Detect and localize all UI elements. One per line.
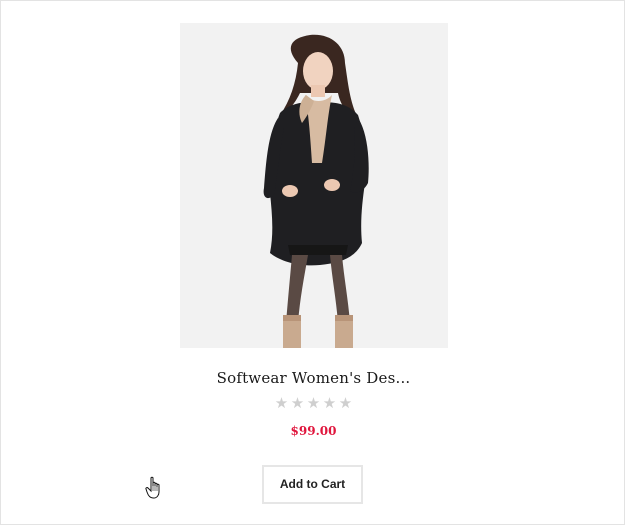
product-image[interactable] — [180, 23, 448, 348]
star-icon: ★ — [322, 394, 337, 412]
star-icon: ★ — [338, 394, 353, 412]
product-title[interactable]: Softwear Women's Des... — [1, 369, 625, 387]
add-to-cart-button[interactable]: Add to Cart — [262, 465, 363, 504]
product-photo — [180, 23, 448, 348]
star-rating: ★ ★ ★ ★ ★ — [274, 396, 354, 414]
star-icon: ★ — [274, 394, 289, 412]
star-icon: ★ — [306, 394, 321, 412]
product-price: $99.00 — [290, 424, 337, 438]
star-icon: ★ — [290, 394, 305, 412]
hand-pointer-cursor-icon — [145, 476, 160, 499]
product-card: Softwear Women's Des... ★ ★ ★ ★ ★ $99.00… — [0, 0, 625, 525]
